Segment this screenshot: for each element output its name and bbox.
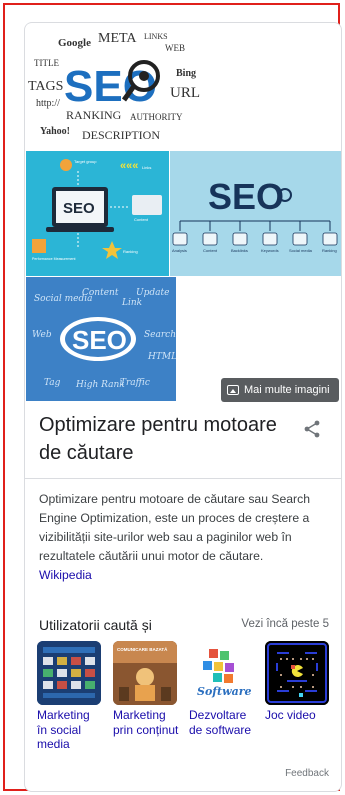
diagram-ranking: Ranking [322,248,337,253]
more-images-label: Mai multe imagini [244,384,330,396]
more-images-button[interactable]: Mai multe imagini [221,378,339,402]
infographic-ranking: Ranking [123,249,138,254]
word-http: http:// [36,98,60,109]
svg-text:«««: ««« [120,160,138,172]
related-thumbnail: COMUNICARE BAZATĂ [113,641,177,705]
related-thumbnail [265,641,329,705]
related-item-software-development[interactable]: Software Dezvoltare de software [189,641,255,737]
chalk-tag: Tag [44,378,61,388]
share-icon[interactable] [302,419,322,439]
chalk-link: Link [121,298,142,308]
word-ranking: RANKING [66,108,122,122]
diagram-analysis: Analysis [172,248,187,253]
chalk-seo-word: SEO [72,325,127,355]
thumb-content-word: COMUNICARE BAZATĂ [117,646,168,652]
related-label: Joc video [265,708,316,722]
word-url: URL [170,85,200,101]
infographic-performance: Performance Measurement [32,257,76,261]
diagram-seo-word: SEO [208,176,284,217]
word-google: Google [58,37,91,49]
chalk-web: Web [32,330,52,340]
chalk-update: Update [136,288,169,298]
diagram-content: Content [203,248,218,253]
image-seo-diagram[interactable]: SEO Analysis Content Backlinks Keywords … [170,151,341,276]
related-label: Marketing în social media [37,708,90,751]
word-meta: META [98,31,137,46]
word-description: DESCRIPTION [82,128,160,142]
image-seo-infographic[interactable]: SEO Target group ««« Links Content Perfo… [26,151,169,276]
related-label: Dezvoltare de software [189,708,252,737]
panel-title: Optimizare pentru motoare de căutare [39,414,277,464]
feedback-link[interactable]: Feedback [285,768,329,779]
see-more-link[interactable]: Vezi încă peste 5 [241,618,329,630]
diagram-keywords: Keywords [261,248,279,253]
related-item-video-game[interactable]: Joc video [265,641,331,723]
thumb-software-word: Software [197,685,251,698]
image-seo-chalk[interactable]: Social media Content Link Update Web Tra… [26,277,176,401]
knowledge-panel: Google META LINKS WEB TITLE SEO Bing TAG… [24,22,342,792]
related-thumbnail [37,641,101,705]
related-label: Marketing prin conținut [113,708,179,737]
infographic-content: Content [134,217,149,222]
image-icon [227,385,239,395]
word-authority: AUTHORITY [130,112,183,122]
infographic-links: Links [142,165,151,170]
chalk-html: HTML [147,352,176,362]
word-web: WEB [165,43,185,53]
panel-description: Optimizare pentru motoare de căutare sau… [39,492,310,563]
word-bing: Bing [176,68,196,79]
word-links: LINKS [144,32,168,41]
diagram-social: Social media [289,248,313,253]
diagram-backlinks: Backlinks [231,248,248,253]
word-yahoo: Yahoo! [40,126,70,137]
chalk-search: Search [144,330,176,340]
people-search-heading: Utilizatorii caută și [39,617,152,633]
word-tags: TAGS [28,79,63,94]
infographic-target: Target group [74,159,97,164]
related-thumbnail: Software [189,641,253,705]
word-title: TITLE [34,58,59,68]
chalk-highrank: High Rank [75,380,125,390]
wikipedia-link[interactable]: Wikipedia [39,568,92,582]
divider [25,478,341,479]
word-seo: SEO [64,62,157,111]
chalk-content: Content [82,288,119,298]
image-seo-wordcloud[interactable]: Google META LINKS WEB TITLE SEO Bing TAG… [26,24,201,150]
related-item-content-marketing[interactable]: COMUNICARE BAZATĂ Marketing prin conținu… [113,641,179,737]
related-item-social-media-marketing[interactable]: Marketing în social media [37,641,103,752]
infographic-seo-word: SEO [63,200,95,217]
